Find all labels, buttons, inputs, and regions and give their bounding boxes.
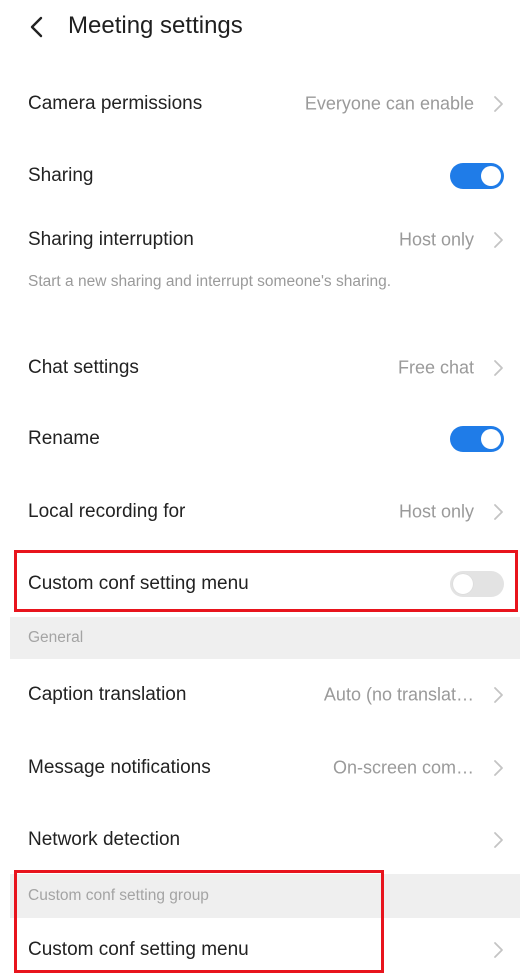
highlight-box — [14, 870, 384, 973]
highlight-box — [14, 550, 518, 612]
caption-translation-label: Caption translation — [28, 684, 187, 705]
rename-row: Rename — [0, 411, 520, 467]
sharing-row: Sharing — [0, 148, 520, 204]
sharing-interruption-row[interactable]: Sharing interruption Host only — [0, 212, 520, 268]
caption-translation-row[interactable]: Caption translation Auto (no translat… — [0, 667, 520, 723]
chat-settings-value: Free chat — [397, 357, 474, 378]
chevron-right-icon — [492, 686, 504, 704]
camera-permissions-row[interactable]: Camera permissions Everyone can enable — [0, 76, 520, 132]
chevron-right-icon — [492, 759, 504, 777]
network-detection-label: Network detection — [28, 829, 181, 850]
chat-settings-label: Chat settings — [28, 357, 139, 378]
camera-permissions-value: Everyone can enable — [304, 93, 474, 114]
caption-translation-value: Auto (no translat… — [323, 684, 474, 705]
network-detection-row[interactable]: Network detection — [0, 812, 520, 868]
page-title: Meeting settings — [68, 12, 243, 39]
sharing-interruption-description: Start a new sharing and interrupt someon… — [28, 273, 392, 290]
message-notifications-label: Message notifications — [28, 757, 211, 778]
chevron-left-icon[interactable] — [26, 14, 48, 40]
chevron-right-icon — [492, 503, 504, 521]
local-recording-row[interactable]: Local recording for Host only — [0, 484, 520, 540]
sharing-label: Sharing — [28, 165, 94, 186]
chevron-right-icon — [492, 359, 504, 377]
chat-settings-row[interactable]: Chat settings Free chat — [0, 340, 520, 396]
header-bar: Meeting settings — [0, 0, 520, 56]
chevron-right-icon — [492, 231, 504, 249]
chevron-right-icon — [492, 831, 504, 849]
section-header-general: General — [10, 617, 520, 659]
message-notifications-value: On-screen com… — [332, 757, 474, 778]
local-recording-label: Local recording for — [28, 501, 186, 522]
camera-permissions-label: Camera permissions — [28, 93, 203, 114]
message-notifications-row[interactable]: Message notifications On-screen com… — [0, 740, 520, 796]
local-recording-value: Host only — [398, 501, 474, 522]
sharing-toggle[interactable] — [450, 163, 504, 189]
chevron-right-icon — [492, 941, 504, 959]
toggle-knob — [481, 429, 501, 449]
toggle-knob — [481, 166, 501, 186]
rename-label: Rename — [28, 428, 100, 449]
sharing-interruption-value: Host only — [398, 229, 474, 250]
sharing-interruption-label: Sharing interruption — [28, 229, 194, 250]
chevron-right-icon — [492, 95, 504, 113]
rename-toggle[interactable] — [450, 426, 504, 452]
section-label-general: General — [28, 629, 84, 646]
